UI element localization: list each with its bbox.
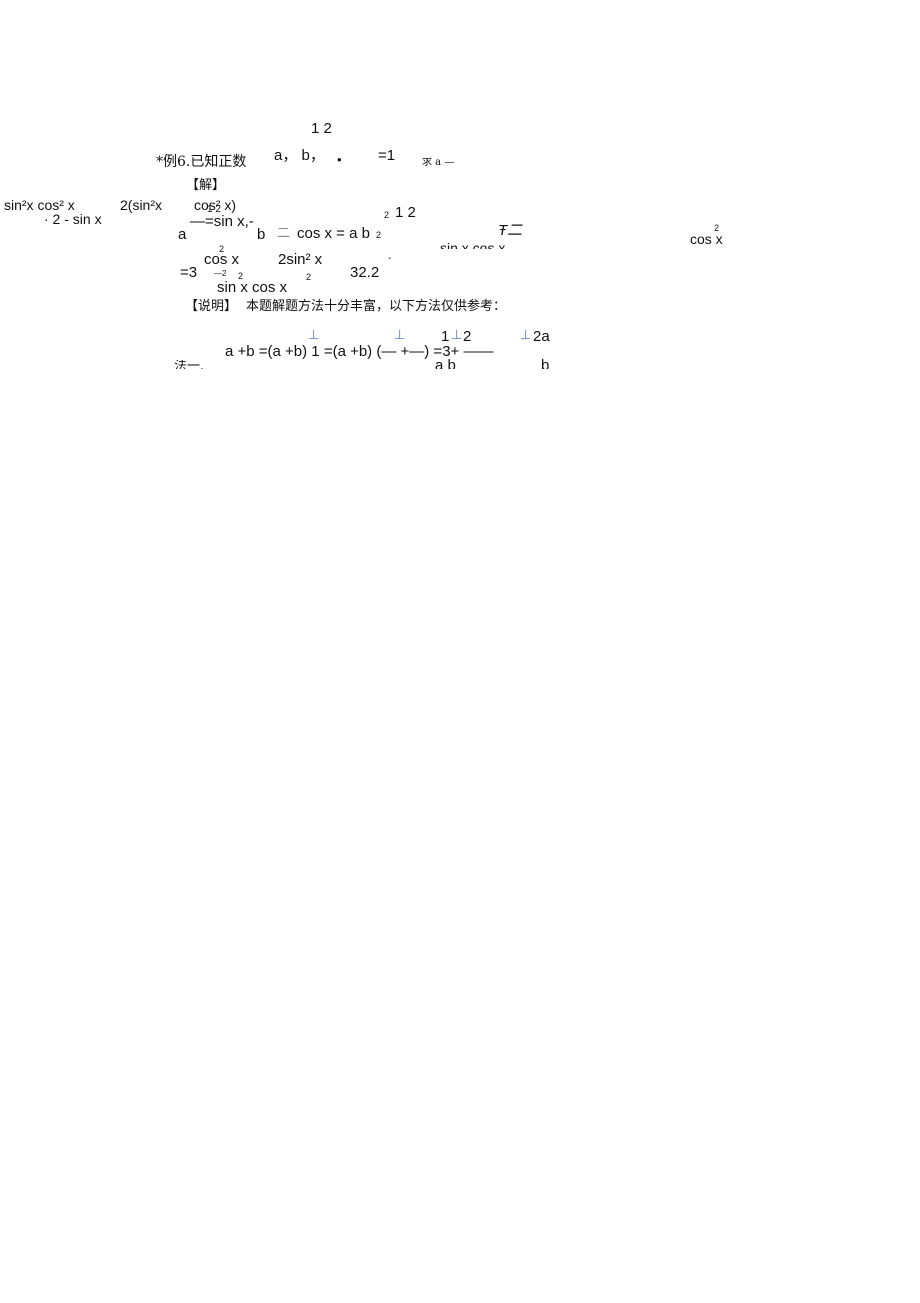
- math-expression: sin x cos x: [217, 279, 288, 296]
- variables-text: a， b，: [274, 147, 325, 164]
- math-expression: sin x cos x: [440, 241, 506, 249]
- method-label: 法一.: [174, 360, 205, 369]
- math-expression: cos x = a b: [297, 225, 370, 242]
- math-expression: 2sin² x: [278, 251, 323, 268]
- perp-symbol: ⊥: [308, 327, 320, 342]
- fraction-denominator: b: [541, 358, 550, 369]
- subscript: 2: [376, 230, 382, 240]
- math-expression: cos x: [204, 251, 240, 268]
- perp-symbol: ⊥: [394, 327, 406, 342]
- fraction-numerator: 1: [441, 328, 450, 345]
- fraction-superscript: 1 2: [395, 204, 416, 221]
- math-expression: · 2 - sin x: [44, 211, 102, 227]
- math-expression: cos x: [690, 231, 723, 247]
- subscript: 2: [306, 272, 312, 282]
- fraction-denominator: a b: [435, 358, 456, 369]
- math-expression: sin²x cos² x: [4, 197, 75, 213]
- math-expression: —=sin x,-: [190, 213, 254, 230]
- dot-marker: •: [337, 152, 342, 167]
- explanation-label: 【说明】: [185, 299, 238, 314]
- fraction-superscript: 1 2: [311, 120, 332, 137]
- explanation-text: 本题解题方法十分丰富，以下方法仅供参考：: [246, 299, 507, 314]
- math-symbol: 二: [277, 226, 291, 241]
- superscript: 2: [384, 210, 390, 220]
- perp-symbol: ⊥: [451, 327, 463, 342]
- math-expression: a +b =(a +b) 1 =(a +b) (— +—) =3+ ——: [225, 343, 494, 360]
- solution-label: 【解】: [186, 178, 226, 193]
- example-label: *例6.已知正数: [156, 154, 247, 170]
- math-expression: 2(sin²x: [120, 197, 163, 213]
- fraction-numerator: 2: [463, 328, 472, 345]
- result-value: 32.2: [350, 264, 380, 281]
- perp-symbol: ⊥: [520, 327, 532, 342]
- fraction-marks: —2: [214, 269, 227, 278]
- equation-equals-one: =1: [378, 147, 396, 164]
- ask-text: 求 a —: [422, 158, 455, 166]
- math-symbol: Ŧ二: [498, 222, 523, 239]
- fraction-numerator: 2a: [533, 328, 550, 345]
- variable-a: a: [178, 226, 187, 243]
- dash-mark: -: [388, 253, 392, 264]
- variable-b: b: [257, 226, 266, 243]
- math-expression: =3: [180, 264, 198, 281]
